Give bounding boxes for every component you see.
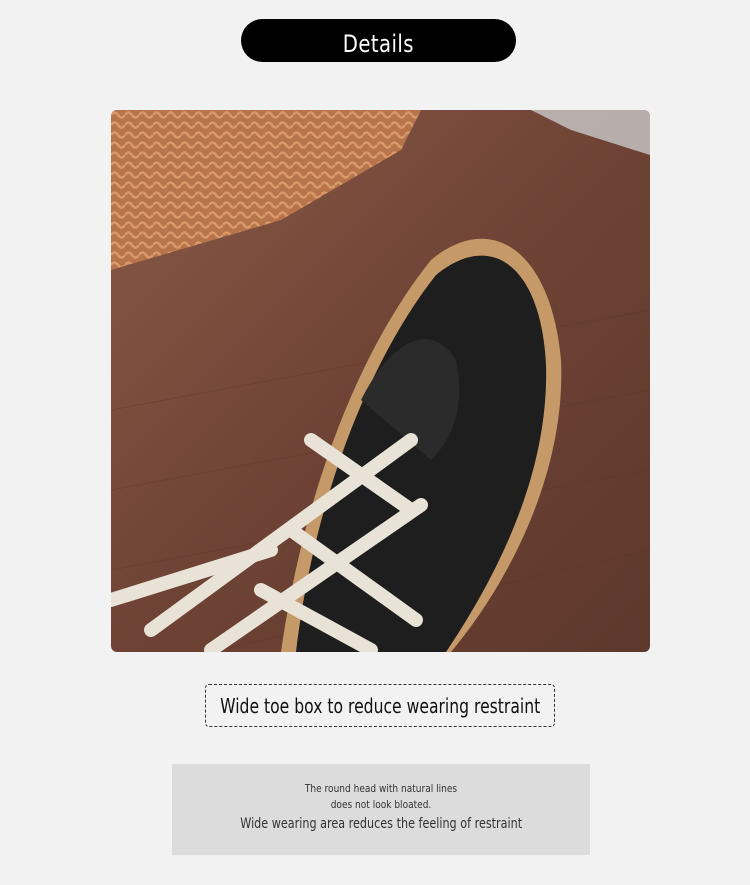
description-line-1: The round head with natural lines does n… [304, 782, 458, 811]
feature-caption: Wide toe box to reduce wearing restraint [205, 684, 555, 727]
details-title: Details [342, 29, 415, 58]
details-title-pill: Details [241, 19, 516, 62]
description-line-2: Wide wearing area reduces the feeling of… [240, 816, 522, 832]
product-photo [111, 110, 650, 652]
shoe-image [111, 110, 650, 652]
feature-description: The round head with natural lines does n… [172, 764, 590, 855]
feature-caption-text: Wide toe box to reduce wearing restraint [219, 693, 541, 718]
